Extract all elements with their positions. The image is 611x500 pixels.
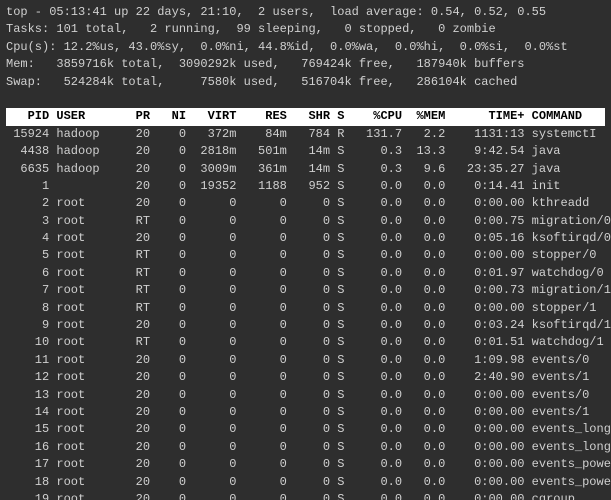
- summary-line-swap: Swap: 524284k total, 7580k used, 516704k…: [6, 74, 605, 91]
- summary-line-tasks: Tasks: 101 total, 2 running, 99 sleeping…: [6, 21, 605, 38]
- process-row: 6 root RT 0 0 0 0 S 0.0 0.0 0:01.97 watc…: [6, 265, 605, 282]
- summary-line-top: top - 05:13:41 up 22 days, 21:10, 2 user…: [6, 4, 605, 21]
- process-row: 3 root RT 0 0 0 0 S 0.0 0.0 0:00.75 migr…: [6, 213, 605, 230]
- process-row: 19 root 20 0 0 0 0 S 0.0 0.0 0:00.00 cgr…: [6, 491, 605, 500]
- process-row: 18 root 20 0 0 0 0 S 0.0 0.0 0:00.00 eve…: [6, 474, 605, 491]
- process-row: 17 root 20 0 0 0 0 S 0.0 0.0 0:00.00 eve…: [6, 456, 605, 473]
- process-row: 13 root 20 0 0 0 0 S 0.0 0.0 0:00.00 eve…: [6, 387, 605, 404]
- blank-line: [6, 91, 605, 108]
- summary-line-cpu: Cpu(s): 12.2%us, 43.0%sy, 0.0%ni, 44.8%i…: [6, 39, 605, 56]
- process-row: 9 root 20 0 0 0 0 S 0.0 0.0 0:03.24 ksof…: [6, 317, 605, 334]
- process-row: 16 root 20 0 0 0 0 S 0.0 0.0 0:00.00 eve…: [6, 439, 605, 456]
- process-row: 15 root 20 0 0 0 0 S 0.0 0.0 0:00.00 eve…: [6, 421, 605, 438]
- process-row: 7 root RT 0 0 0 0 S 0.0 0.0 0:00.73 migr…: [6, 282, 605, 299]
- process-row: 4438 hadoop 20 0 2818m 501m 14m S 0.3 13…: [6, 143, 605, 160]
- column-header: PID USER PR NI VIRT RES SHR S %CPU %MEM …: [6, 108, 605, 125]
- summary-line-mem: Mem: 3859716k total, 3090292k used, 7694…: [6, 56, 605, 73]
- process-list: 15924 hadoop 20 0 372m 84m 784 R 131.7 2…: [6, 126, 605, 500]
- process-row: 6635 hadoop 20 0 3009m 361m 14m S 0.3 9.…: [6, 161, 605, 178]
- process-row: 15924 hadoop 20 0 372m 84m 784 R 131.7 2…: [6, 126, 605, 143]
- process-row: 1 20 0 19352 1188 952 S 0.0 0.0 0:14.41 …: [6, 178, 605, 195]
- process-row: 5 root RT 0 0 0 0 S 0.0 0.0 0:00.00 stop…: [6, 247, 605, 264]
- process-row: 12 root 20 0 0 0 0 S 0.0 0.0 2:40.90 eve…: [6, 369, 605, 386]
- process-row: 4 root 20 0 0 0 0 S 0.0 0.0 0:05.16 ksof…: [6, 230, 605, 247]
- process-row: 8 root RT 0 0 0 0 S 0.0 0.0 0:00.00 stop…: [6, 300, 605, 317]
- process-row: 2 root 20 0 0 0 0 S 0.0 0.0 0:00.00 kthr…: [6, 195, 605, 212]
- terminal: top - 05:13:41 up 22 days, 21:10, 2 user…: [0, 0, 611, 500]
- process-row: 11 root 20 0 0 0 0 S 0.0 0.0 1:09.98 eve…: [6, 352, 605, 369]
- process-row: 10 root RT 0 0 0 0 S 0.0 0.0 0:01.51 wat…: [6, 334, 605, 351]
- process-row: 14 root 20 0 0 0 0 S 0.0 0.0 0:00.00 eve…: [6, 404, 605, 421]
